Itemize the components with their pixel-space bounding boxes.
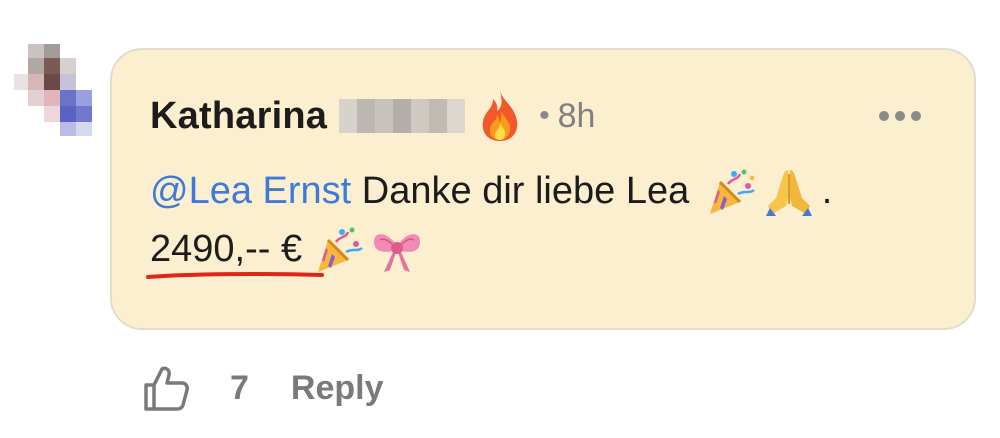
author-name[interactable]: Katharina bbox=[150, 95, 327, 138]
mention-link[interactable]: @Lea Ernst bbox=[150, 162, 351, 220]
price-underline bbox=[146, 271, 324, 279]
fire-icon bbox=[477, 89, 523, 143]
more-horizontal-icon[interactable] bbox=[878, 110, 922, 122]
comment-bubble: Katharina • 8h @Lea Ernst Danke dir lieb… bbox=[110, 48, 976, 330]
party-popper-icon bbox=[704, 164, 758, 218]
price-value: 2490,-- € bbox=[150, 228, 303, 270]
avatar-image bbox=[14, 44, 102, 144]
message-line-1: @Lea Ernst Danke dir liebe Lea . bbox=[150, 162, 950, 220]
folded-hands-icon bbox=[762, 164, 816, 218]
price-text: 2490,-- € bbox=[146, 220, 324, 279]
thumbs-up-icon[interactable] bbox=[140, 363, 190, 413]
header-separator: • bbox=[539, 99, 550, 132]
avatar[interactable] bbox=[14, 44, 102, 144]
comment-time: 8h bbox=[557, 96, 596, 135]
reply-button[interactable]: Reply bbox=[291, 369, 384, 408]
message-text: Danke dir liebe Lea bbox=[351, 170, 700, 212]
party-popper-icon bbox=[312, 222, 366, 276]
message-line-2: 2490,-- € bbox=[146, 220, 950, 279]
comment-message: @Lea Ernst Danke dir liebe Lea . 2490,--… bbox=[146, 162, 950, 279]
author-last-name-obscured bbox=[339, 99, 466, 133]
ribbon-bow-icon bbox=[370, 222, 424, 276]
comment-actions: 7 Reply bbox=[140, 360, 384, 416]
comment-header: Katharina • 8h bbox=[150, 86, 595, 146]
like-count: 7 bbox=[230, 368, 249, 407]
message-end: . bbox=[821, 170, 833, 212]
